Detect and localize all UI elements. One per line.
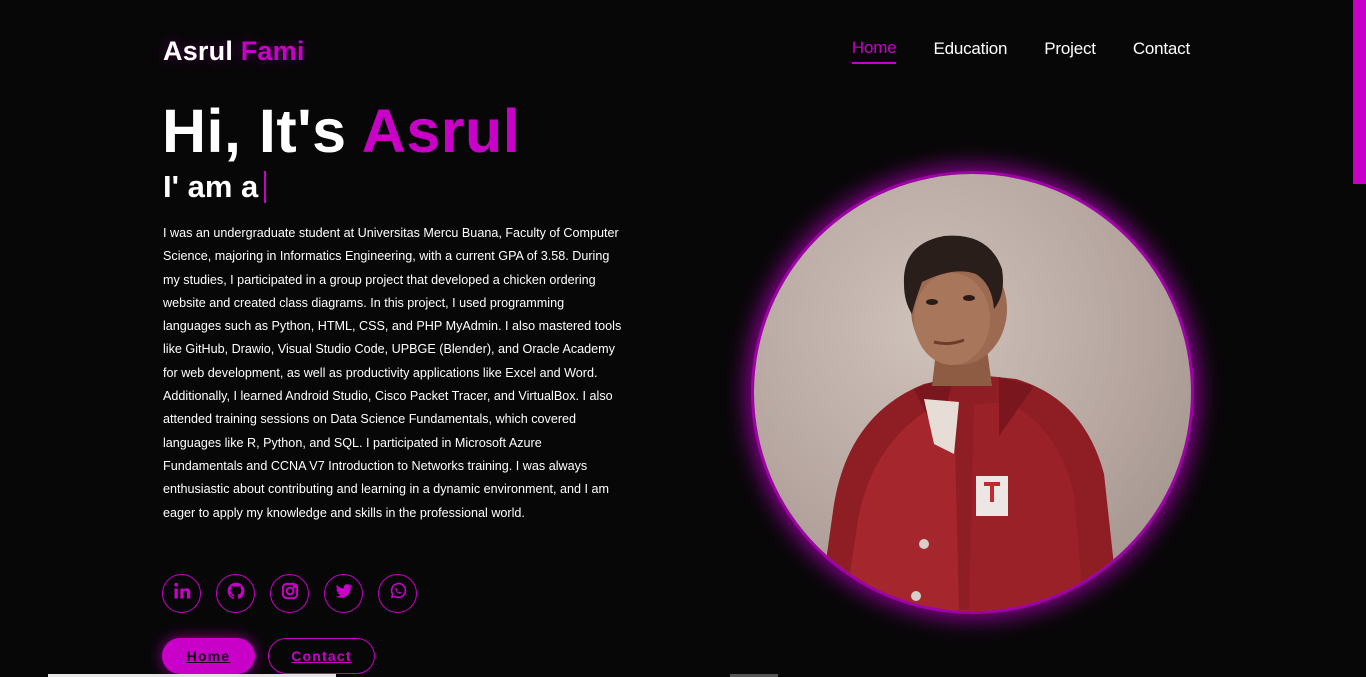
nav-education-link[interactable]: Education (933, 39, 1007, 63)
logo[interactable]: Asrul Fami (163, 36, 305, 67)
scrollbar-thumb[interactable] (1353, 0, 1366, 184)
linkedin-link[interactable] (162, 574, 201, 613)
hero-title: Hi, It's Asrul (162, 96, 520, 166)
nav-home-link[interactable]: Home (851, 38, 897, 64)
vertical-scrollbar[interactable] (1353, 0, 1366, 677)
typing-prefix: I' am a (163, 169, 259, 204)
profile-photo (754, 174, 1191, 611)
nav-contact-link[interactable]: Contact (1133, 39, 1190, 63)
social-links (162, 574, 417, 613)
typing-cursor (264, 171, 267, 203)
instagram-link[interactable] (270, 574, 309, 613)
hero-buttons: Home Contact (162, 638, 375, 674)
page: Asrul Fami Home Education Project Contac… (0, 0, 1366, 677)
hero-name: Asrul (361, 97, 521, 165)
nav-project-link[interactable]: Project (1044, 39, 1096, 63)
linkedin-icon (172, 581, 192, 606)
main-nav: Home Education Project Contact (851, 38, 1190, 64)
bio-paragraph: I was an undergraduate student at Univer… (163, 226, 622, 520)
twitter-icon (334, 581, 354, 606)
logo-first-name: Asrul (163, 36, 234, 66)
github-icon (226, 581, 246, 606)
instagram-icon (280, 581, 300, 606)
github-link[interactable] (216, 574, 255, 613)
hero-greeting: Hi, It's (162, 97, 347, 165)
typing-line: I' am a (163, 169, 267, 204)
twitter-link[interactable] (324, 574, 363, 613)
contact-button[interactable]: Contact (268, 638, 375, 674)
logo-accent-name: Fami (240, 36, 305, 66)
whatsapp-icon (388, 581, 408, 606)
whatsapp-link[interactable] (378, 574, 417, 613)
profile-photo-illustration (819, 235, 1119, 611)
home-button[interactable]: Home (162, 638, 255, 674)
